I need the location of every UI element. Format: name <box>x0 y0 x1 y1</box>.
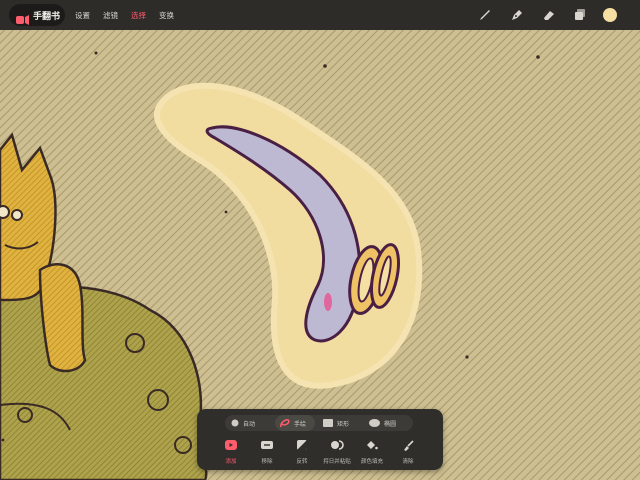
selection-panel: 自动 手绘 矩形 椭圆 添加 移除 反转 捋日并粘贴 颜色填充 清除 <box>197 409 443 470</box>
mode-ellipse[interactable]: 椭圆 <box>369 415 411 431</box>
menu-transform[interactable]: 变换 <box>159 10 174 21</box>
pen-nib-icon <box>512 10 522 20</box>
remove-selection-icon <box>261 441 273 449</box>
mode-ellipse-label: 椭圆 <box>384 420 397 428</box>
color-fill-button[interactable]: 颜色填充 <box>355 437 389 467</box>
mode-auto-label: 自动 <box>243 420 256 428</box>
mode-freehand[interactable]: 手绘 <box>275 415 315 431</box>
eraser-tool-button[interactable] <box>540 6 558 24</box>
add-selection-label: 添加 <box>225 459 237 465</box>
menu-select[interactable]: 选择 <box>131 10 146 21</box>
mode-freehand-label: 手绘 <box>294 420 307 428</box>
clear-selection-button[interactable]: 清除 <box>391 437 425 467</box>
eraser-icon <box>544 11 554 20</box>
rectangle-icon <box>323 419 333 427</box>
invert-icon <box>297 440 307 450</box>
brush-icon <box>480 10 490 20</box>
remove-selection-label: 移除 <box>261 459 273 465</box>
clear-icon <box>404 439 414 451</box>
layers-tool-button[interactable] <box>571 6 589 24</box>
clear-selection-label: 清除 <box>402 459 414 465</box>
circle-icon <box>231 419 239 427</box>
app-name: 手翻书 <box>33 11 61 22</box>
layers-icon <box>575 9 585 20</box>
main-menu: 设置 滤镜 选择 变换 <box>75 0 187 30</box>
add-selection-button[interactable]: 添加 <box>214 437 248 467</box>
pen-tool-button[interactable] <box>508 6 526 24</box>
menu-filters[interactable]: 滤镜 <box>103 10 118 21</box>
selection-mode-selector: 自动 手绘 矩形 椭圆 <box>225 415 413 431</box>
lasso-icon <box>280 418 290 427</box>
drawing-canvas[interactable] <box>0 0 640 480</box>
copy-paste-button[interactable]: 捋日并粘贴 <box>320 437 354 467</box>
copy-paste-icon <box>330 440 344 450</box>
ellipse-icon <box>369 419 380 427</box>
add-selection-icon <box>225 440 237 450</box>
fill-icon <box>367 440 378 449</box>
top-toolbar: 手翻书 设置 滤镜 选择 变换 <box>0 0 640 30</box>
remove-selection-button[interactable]: 移除 <box>250 437 284 467</box>
invert-selection-button[interactable]: 反转 <box>285 437 319 467</box>
menu-settings[interactable]: 设置 <box>75 10 90 21</box>
copy-paste-label: 捋日并粘贴 <box>323 459 351 465</box>
mode-auto[interactable]: 自动 <box>231 415 271 431</box>
app-brand-button[interactable]: 手翻书 <box>9 4 65 26</box>
current-color-swatch[interactable] <box>603 8 617 22</box>
invert-selection-label: 反转 <box>296 459 308 465</box>
mode-rectangle[interactable]: 矩形 <box>323 415 363 431</box>
flipbook-logo-icon <box>16 10 30 25</box>
selection-actions: 添加 移除 反转 捋日并粘贴 颜色填充 清除 <box>197 437 443 467</box>
color-fill-label: 颜色填充 <box>360 459 383 465</box>
mode-rectangle-label: 矩形 <box>337 420 350 428</box>
brush-tool-button[interactable] <box>476 6 494 24</box>
